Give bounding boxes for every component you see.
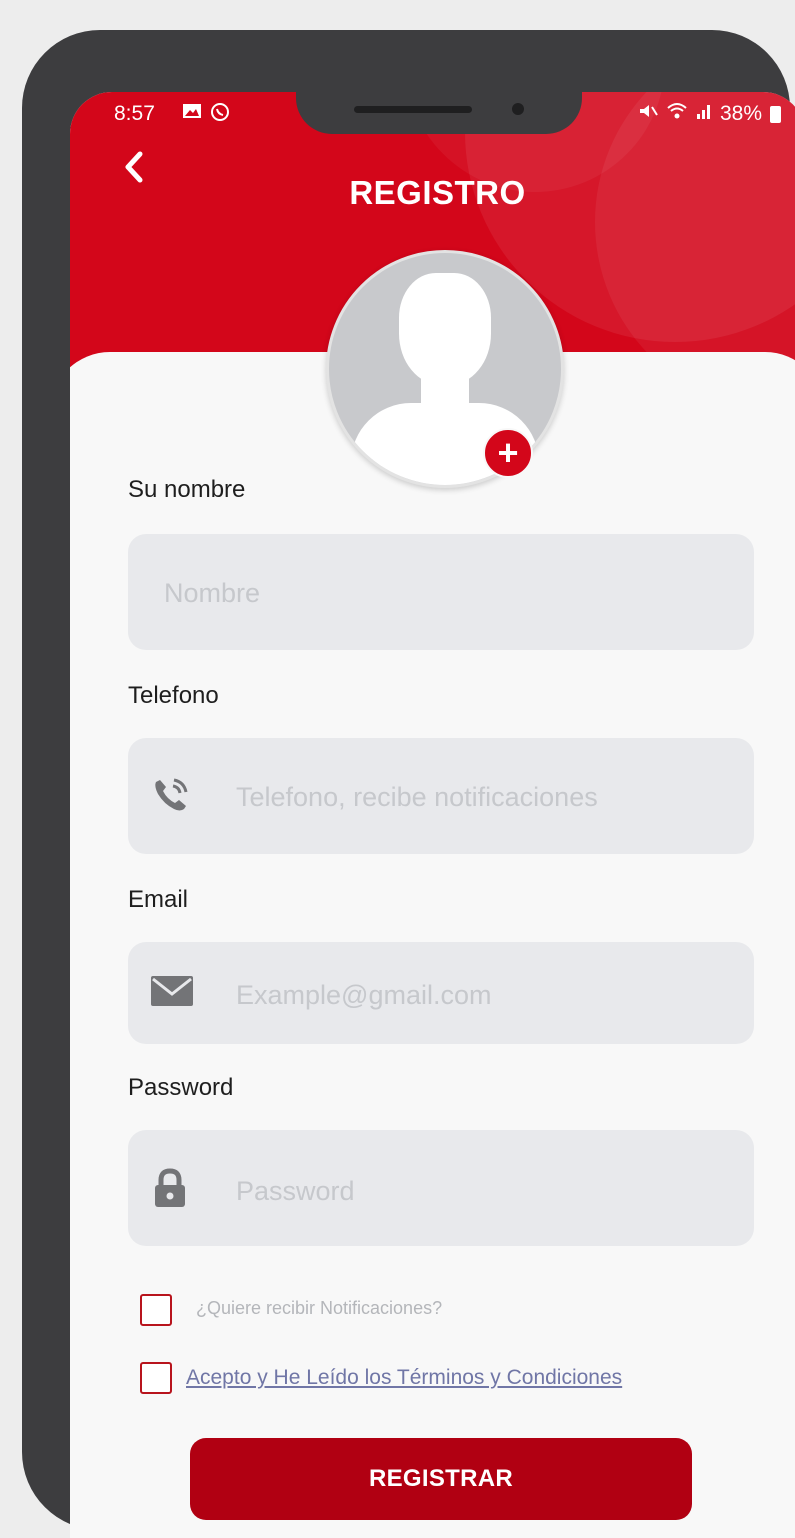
- email-placeholder: Example@gmail.com: [236, 980, 492, 1010]
- app-screen: 8:57 38% REGISTRO + Su nombre Nombre Tel…: [70, 92, 795, 1538]
- image-icon: [182, 102, 202, 127]
- notifications-checkbox[interactable]: [140, 1294, 172, 1326]
- password-field[interactable]: Password: [128, 1130, 754, 1246]
- wifi-icon: [666, 102, 688, 126]
- phone-placeholder: Telefono, recibe notificaciones: [236, 782, 598, 812]
- email-label: Email: [128, 886, 189, 913]
- person-silhouette-icon: [399, 273, 491, 385]
- mail-icon: [150, 974, 194, 1013]
- status-time: 8:57: [114, 102, 155, 125]
- register-button[interactable]: REGISTRAR: [190, 1438, 692, 1520]
- front-camera: [512, 103, 524, 115]
- terms-checkbox[interactable]: [140, 1362, 172, 1394]
- name-field[interactable]: Nombre: [128, 534, 754, 650]
- lock-icon: [152, 1168, 188, 1213]
- password-placeholder: Password: [236, 1176, 355, 1206]
- page-title: REGISTRO: [349, 174, 526, 211]
- phone-label: Telefono: [128, 682, 219, 709]
- name-label: Su nombre: [128, 476, 246, 503]
- whatsapp-icon: [210, 102, 230, 127]
- notifications-checkbox-label: ¿Quiere recibir Notificaciones?: [196, 1298, 443, 1318]
- plus-icon: +: [497, 432, 519, 473]
- name-placeholder: Nombre: [164, 578, 261, 608]
- phone-field[interactable]: Telefono, recibe notificaciones: [128, 738, 754, 854]
- password-label: Password: [128, 1074, 234, 1101]
- add-photo-button[interactable]: +: [483, 428, 533, 478]
- terms-link[interactable]: Acepto y He Leído los Términos y Condici…: [186, 1366, 622, 1390]
- signal-icon: [696, 102, 712, 126]
- status-right: 38%: [638, 102, 781, 126]
- battery-icon: [770, 105, 781, 123]
- battery-level: 38%: [719, 102, 762, 125]
- speaker-grille: [354, 106, 472, 113]
- mute-icon: [638, 102, 658, 126]
- phone-icon: [150, 776, 192, 821]
- phone-frame: 8:57 38% REGISTRO + Su nombre Nombre Tel…: [22, 30, 795, 1538]
- status-left-icons: [182, 102, 230, 127]
- email-field[interactable]: Example@gmail.com: [128, 942, 754, 1044]
- camera-notch: [296, 92, 582, 134]
